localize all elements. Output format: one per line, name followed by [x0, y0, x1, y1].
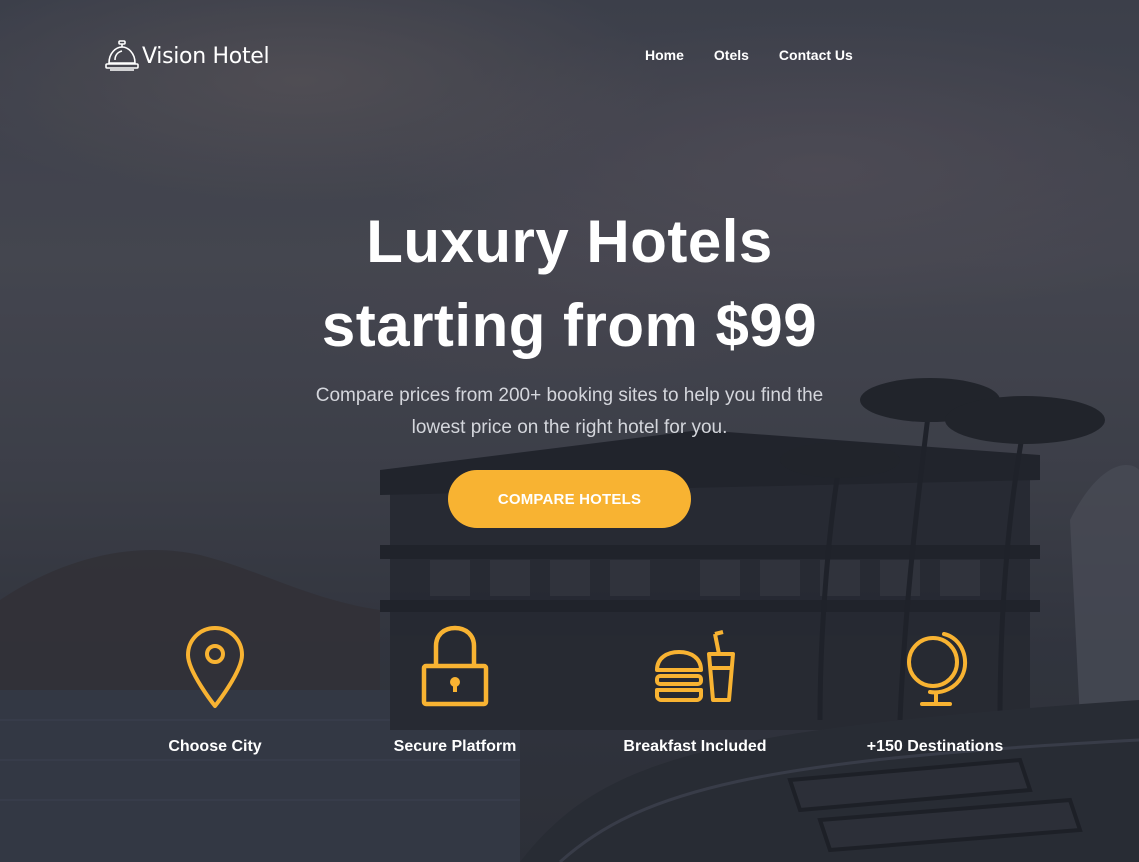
nav-contact-us[interactable]: Contact Us: [779, 47, 853, 63]
nav-otels[interactable]: Otels: [714, 47, 749, 63]
feature-label: +150 Destinations: [866, 738, 1004, 755]
globe-icon: [815, 624, 1055, 714]
feature-label: Secure Platform: [393, 738, 517, 755]
feature-choose-city: Choose City: [95, 624, 335, 756]
hero-title-line1: Luxury Hotels: [366, 208, 773, 275]
main-nav: Home Otels Contact Us: [645, 47, 853, 63]
feature-label: Choose City: [168, 738, 262, 755]
hero-title-line2: starting from $99: [321, 292, 818, 359]
feature-label: Breakfast Included: [623, 738, 767, 755]
feature-destinations: +150 Destinations: [815, 624, 1055, 756]
hero-subtitle-line1: Compare prices from 200+ booking sites t…: [315, 385, 824, 406]
hero-title: Luxury Hotels starting from $99: [0, 200, 1139, 368]
hero-subtitle-line2: lowest price on the right hotel for you.: [411, 417, 728, 438]
nav-home[interactable]: Home: [645, 47, 684, 63]
brand-name: Vision Hotel: [142, 43, 270, 69]
map-pin-icon: [95, 624, 335, 714]
compare-hotels-button[interactable]: COMPARE HOTELS: [448, 470, 691, 528]
service-bell-icon: [104, 38, 140, 74]
padlock-icon: [335, 624, 575, 714]
feature-secure-platform: Secure Platform: [335, 624, 575, 756]
brand-logo[interactable]: Vision Hotel: [104, 38, 270, 74]
hero-section: Luxury Hotels starting from $99 Compare …: [0, 200, 1139, 444]
hero-subtitle: Compare prices from 200+ booking sites t…: [270, 380, 870, 444]
burger-drink-icon: [575, 624, 815, 714]
site-header: Vision Hotel Home Otels Contact Us: [0, 0, 1139, 110]
features-row: Choose City Secure Platform Breakfast In…: [95, 624, 1055, 756]
feature-breakfast-included: Breakfast Included: [575, 624, 815, 756]
